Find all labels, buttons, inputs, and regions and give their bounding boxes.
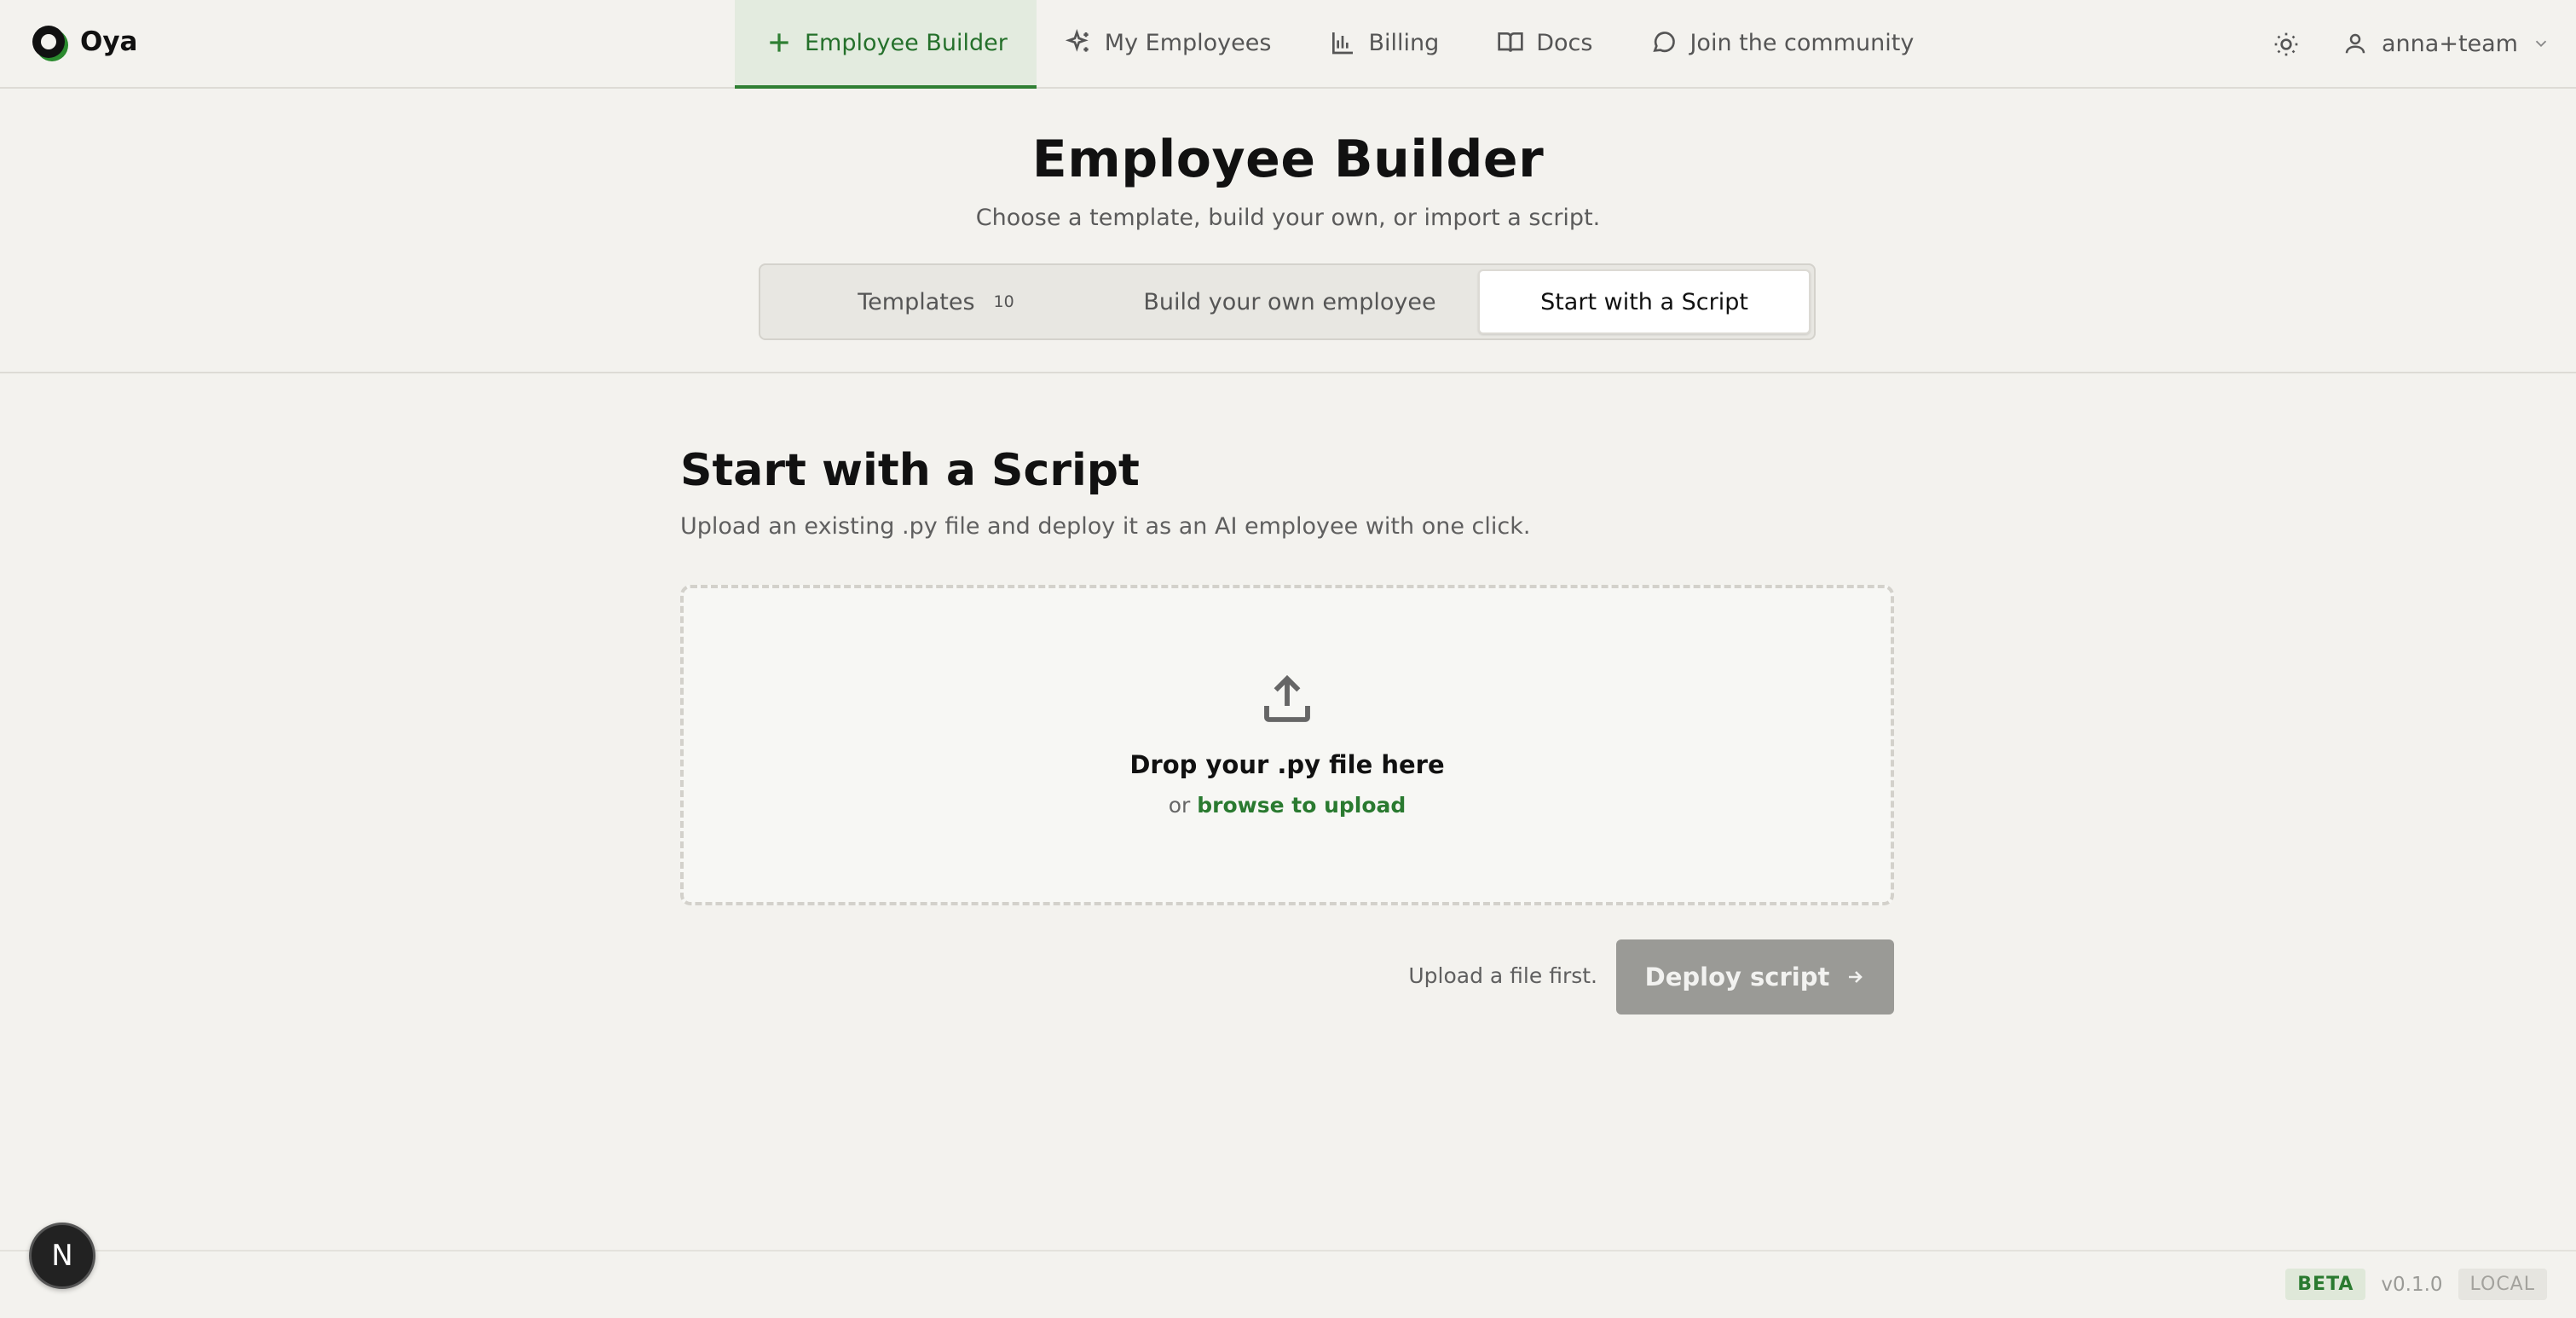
chat-bubble-icon [1653,32,1676,53]
user-name: anna+team [2382,30,2518,57]
chevron-down-icon [2535,40,2547,48]
deploy-button-label: Deploy script [1644,962,1830,991]
deploy-script-button[interactable]: Deploy script [1616,939,1894,1015]
main-nav: Employee Builder My Employees Billing Do… [735,0,1943,89]
file-dropzone[interactable]: Drop your .py file here or browse to upl… [680,585,1894,905]
environment-badge: LOCAL [2458,1269,2547,1300]
plus-icon [770,33,788,52]
brand-name: Oya [80,26,138,57]
drop-title: Drop your .py file here [1129,750,1445,779]
theme-toggle-button[interactable] [2269,27,2303,61]
page-subtitle: Choose a template, build your own, or im… [975,205,1601,231]
nav-item-label: Billing [1368,29,1440,56]
tab-start-with-script[interactable]: Start with a Script [1478,269,1811,334]
tab-label: Build your own employee [1143,288,1436,315]
arrow-right-icon [1849,971,1863,983]
page: Oya Employee Builder My Employees Billin… [0,0,2576,1318]
nav-item-label: My Employees [1104,29,1272,56]
upload-hint-text: Upload a file first. [1408,963,1597,988]
user-menu-button[interactable]: anna+team [2342,24,2550,63]
builder-mode-tabs: Templates 10 Build your own employee Sta… [759,263,1816,340]
oya-logo-icon [32,26,65,58]
footer-divider [0,1250,2576,1252]
nav-item-label: Join the community [1689,29,1915,56]
tab-templates[interactable]: Templates 10 [765,269,1106,334]
brand-logo-link[interactable]: Oya [32,26,137,58]
drop-subtitle: or browse to upload [684,793,1891,818]
sun-icon [2274,32,2298,56]
drop-or-text: or [1168,793,1191,818]
footer-status: BETA v0.1.0 LOCAL [2285,1269,2547,1300]
beta-badge: BETA [2285,1269,2366,1300]
user-icon [2345,33,2365,54]
tab-label: Templates [858,288,975,315]
upload-icon [1260,672,1314,726]
book-icon [1498,32,1523,52]
tab-label: Start with a Script [1540,288,1748,315]
version-text: v0.1.0 [2381,1273,2443,1296]
nav-item-billing[interactable]: Billing [1300,0,1468,89]
page-title: Employee Builder [1031,130,1545,189]
section-subtitle: Upload an existing .py file and deploy i… [680,513,1531,540]
browse-to-upload-link[interactable]: browse to upload [1197,793,1406,818]
bar-chart-icon [1332,32,1354,55]
section-title: Start with a Script [680,445,1140,496]
top-navigation-bar: Oya Employee Builder My Employees Billin… [0,0,2576,89]
nav-item-label: Employee Builder [805,29,1008,56]
nav-item-join-community[interactable]: Join the community [1621,0,1943,89]
nav-item-employee-builder[interactable]: Employee Builder [735,0,1037,89]
templates-count-badge: 10 [993,292,1014,311]
tab-build-your-own[interactable]: Build your own employee [1106,269,1473,334]
nav-item-my-employees[interactable]: My Employees [1037,0,1301,89]
nav-item-docs[interactable]: Docs [1468,0,1621,89]
next-dev-tools-button[interactable]: N [29,1223,95,1289]
builder-header: Employee Builder Choose a template, buil… [0,89,2576,373]
sparkles-icon [1065,29,1089,52]
nav-item-label: Docs [1536,29,1593,56]
